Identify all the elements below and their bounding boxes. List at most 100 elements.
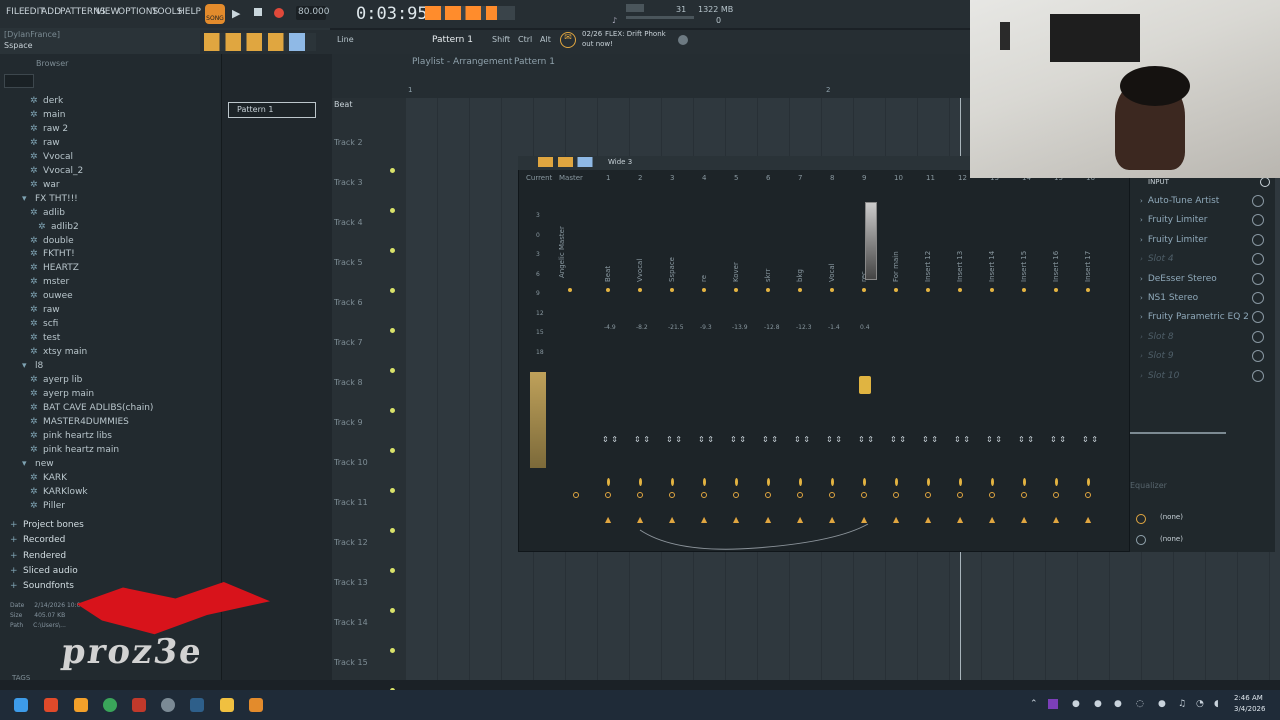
browser-item[interactable]: ✲ adlib: [30, 208, 65, 218]
onenote-icon[interactable]: [1048, 699, 1058, 709]
insert-name[interactable]: Insert 15: [1020, 251, 1028, 282]
browser-item[interactable]: ✲ Vvocal_2: [30, 166, 83, 176]
insert-name[interactable]: Vvocal: [636, 259, 644, 282]
master-route-led[interactable]: [573, 492, 579, 498]
stereo-arrows-icon[interactable]: ⇕ ⇕: [762, 435, 778, 444]
insert-name[interactable]: Insert 12: [924, 251, 932, 282]
browser-item[interactable]: ✲ FKTHT!: [30, 249, 75, 259]
insert-number[interactable]: 9: [862, 174, 866, 182]
menu-file[interactable]: FILE: [6, 7, 25, 17]
stereo-arrows-icon[interactable]: ⇕ ⇕: [634, 435, 650, 444]
stereo-arrows-icon[interactable]: ⇕ ⇕: [858, 435, 874, 444]
slot-mix-knob[interactable]: [1252, 272, 1264, 285]
pan-knob[interactable]: [798, 288, 802, 292]
route-arrow-icon[interactable]: ▲: [957, 515, 963, 524]
route-led[interactable]: [861, 492, 867, 498]
track-label[interactable]: Track 4: [334, 218, 363, 227]
browser-search-input[interactable]: [4, 74, 34, 88]
route-arrow-icon[interactable]: ▲: [893, 515, 899, 524]
insert-number[interactable]: 10: [894, 174, 903, 182]
pan-knob[interactable]: [1022, 288, 1026, 292]
pan-knob[interactable]: [926, 288, 930, 292]
menu-view[interactable]: VIEW: [96, 7, 119, 17]
browser-item[interactable]: ✲ raw: [30, 305, 60, 315]
insert-name[interactable]: Insert 16: [1052, 251, 1060, 282]
volume-icon[interactable]: ◖: [1214, 699, 1224, 709]
track-active-dot[interactable]: [390, 288, 395, 293]
fx-slot[interactable]: › Fruity Limiter: [1140, 235, 1208, 245]
route-arrow-icon[interactable]: ▲: [1021, 515, 1027, 524]
insert-number[interactable]: 7: [798, 174, 802, 182]
stereo-arrows-icon[interactable]: ⇕ ⇕: [794, 435, 810, 444]
pan-knob[interactable]: [702, 288, 706, 292]
pan-knob[interactable]: [1086, 288, 1090, 292]
route-arrow-icon[interactable]: ▲: [989, 515, 995, 524]
shift-key[interactable]: Shift: [492, 35, 510, 44]
insert-number[interactable]: 12: [958, 174, 967, 182]
fx-slot[interactable]: › DeEsser Stereo: [1140, 274, 1217, 284]
insert-number[interactable]: 3: [670, 174, 674, 182]
track-label[interactable]: Track 6: [334, 298, 363, 307]
time-display[interactable]: 0:03:95: [356, 4, 428, 24]
insert-number[interactable]: 6: [766, 174, 770, 182]
browser-item[interactable]: ✲ war: [30, 180, 60, 190]
fx-slot[interactable]: › Fruity Parametric EQ 2: [1140, 312, 1249, 322]
slot-mix-knob[interactable]: [1252, 369, 1264, 382]
browser-item[interactable]: + Soundfonts: [10, 581, 74, 591]
track-1-label[interactable]: Beat: [334, 100, 352, 109]
browser-item[interactable]: + Project bones: [10, 520, 84, 530]
slot-mix-knob[interactable]: [1252, 233, 1264, 246]
transport-tools[interactable]: [425, 6, 515, 20]
stereo-arrows-icon[interactable]: ⇕ ⇕: [602, 435, 618, 444]
browser-item[interactable]: ✲ Piller: [30, 501, 65, 511]
pan-knob[interactable]: [894, 288, 898, 292]
record-icon[interactable]: [274, 8, 284, 18]
insert-name[interactable]: skrr: [764, 269, 772, 282]
insert-number[interactable]: 2: [638, 174, 642, 182]
fx-slot[interactable]: › Slot 8: [1140, 332, 1174, 342]
wifi-icon[interactable]: ◔: [1196, 699, 1206, 709]
mic-tray-icon[interactable]: ♫: [1178, 699, 1188, 709]
track-active-dot[interactable]: [390, 528, 395, 533]
track-active-dot[interactable]: [390, 408, 395, 413]
send-knob[interactable]: [671, 478, 674, 486]
chrome-icon[interactable]: [103, 698, 117, 712]
browser-item[interactable]: ✲ ayerp lib: [30, 375, 82, 385]
track-label[interactable]: Track 12: [334, 538, 368, 547]
send-knob[interactable]: [895, 478, 898, 486]
pan-knob[interactable]: [1054, 288, 1058, 292]
route-led[interactable]: [1021, 492, 1027, 498]
tray-chevron-icon[interactable]: ⌃: [1030, 699, 1040, 709]
send-knob[interactable]: [607, 478, 610, 486]
track-label[interactable]: Track 10: [334, 458, 368, 467]
fx-slot[interactable]: › Slot 4: [1140, 254, 1174, 264]
mixer-tools[interactable]: [538, 157, 598, 167]
stereo-arrows-icon[interactable]: ⇕ ⇕: [986, 435, 1002, 444]
browser-item[interactable]: ✲ main: [30, 110, 66, 120]
browser-item[interactable]: ✲ test: [30, 333, 60, 343]
slot-mix-knob[interactable]: [1252, 330, 1264, 343]
clock-date[interactable]: 3/4/2026: [1234, 705, 1265, 713]
stereo-arrows-icon[interactable]: ⇕ ⇕: [698, 435, 714, 444]
pan-knob[interactable]: [990, 288, 994, 292]
route-led[interactable]: [957, 492, 963, 498]
app-icon[interactable]: [74, 698, 88, 712]
insert-number[interactable]: 8: [830, 174, 834, 182]
song-mode-button[interactable]: SONG: [205, 4, 225, 24]
browser-item[interactable]: ✲ KARK: [30, 473, 67, 483]
route-led[interactable]: [797, 492, 803, 498]
stereo-arrows-icon[interactable]: ⇕ ⇕: [954, 435, 970, 444]
send-knob[interactable]: [799, 478, 802, 486]
steam-tray-icon[interactable]: ●: [1094, 699, 1104, 709]
browser-item[interactable]: ▾ l8: [22, 361, 43, 371]
route-arrow-icon[interactable]: ▲: [1053, 515, 1059, 524]
slot-mix-bar[interactable]: [1130, 432, 1226, 434]
insert-number[interactable]: 1: [606, 174, 610, 182]
selected-fader[interactable]: [859, 376, 871, 394]
track-active-dot[interactable]: [390, 488, 395, 493]
output-knob-icon[interactable]: [1136, 514, 1146, 524]
insert-name[interactable]: Sspace: [668, 257, 676, 282]
output-1[interactable]: (none): [1160, 513, 1183, 521]
play-icon[interactable]: ▶: [232, 7, 240, 20]
slot-mix-knob[interactable]: [1252, 311, 1264, 324]
